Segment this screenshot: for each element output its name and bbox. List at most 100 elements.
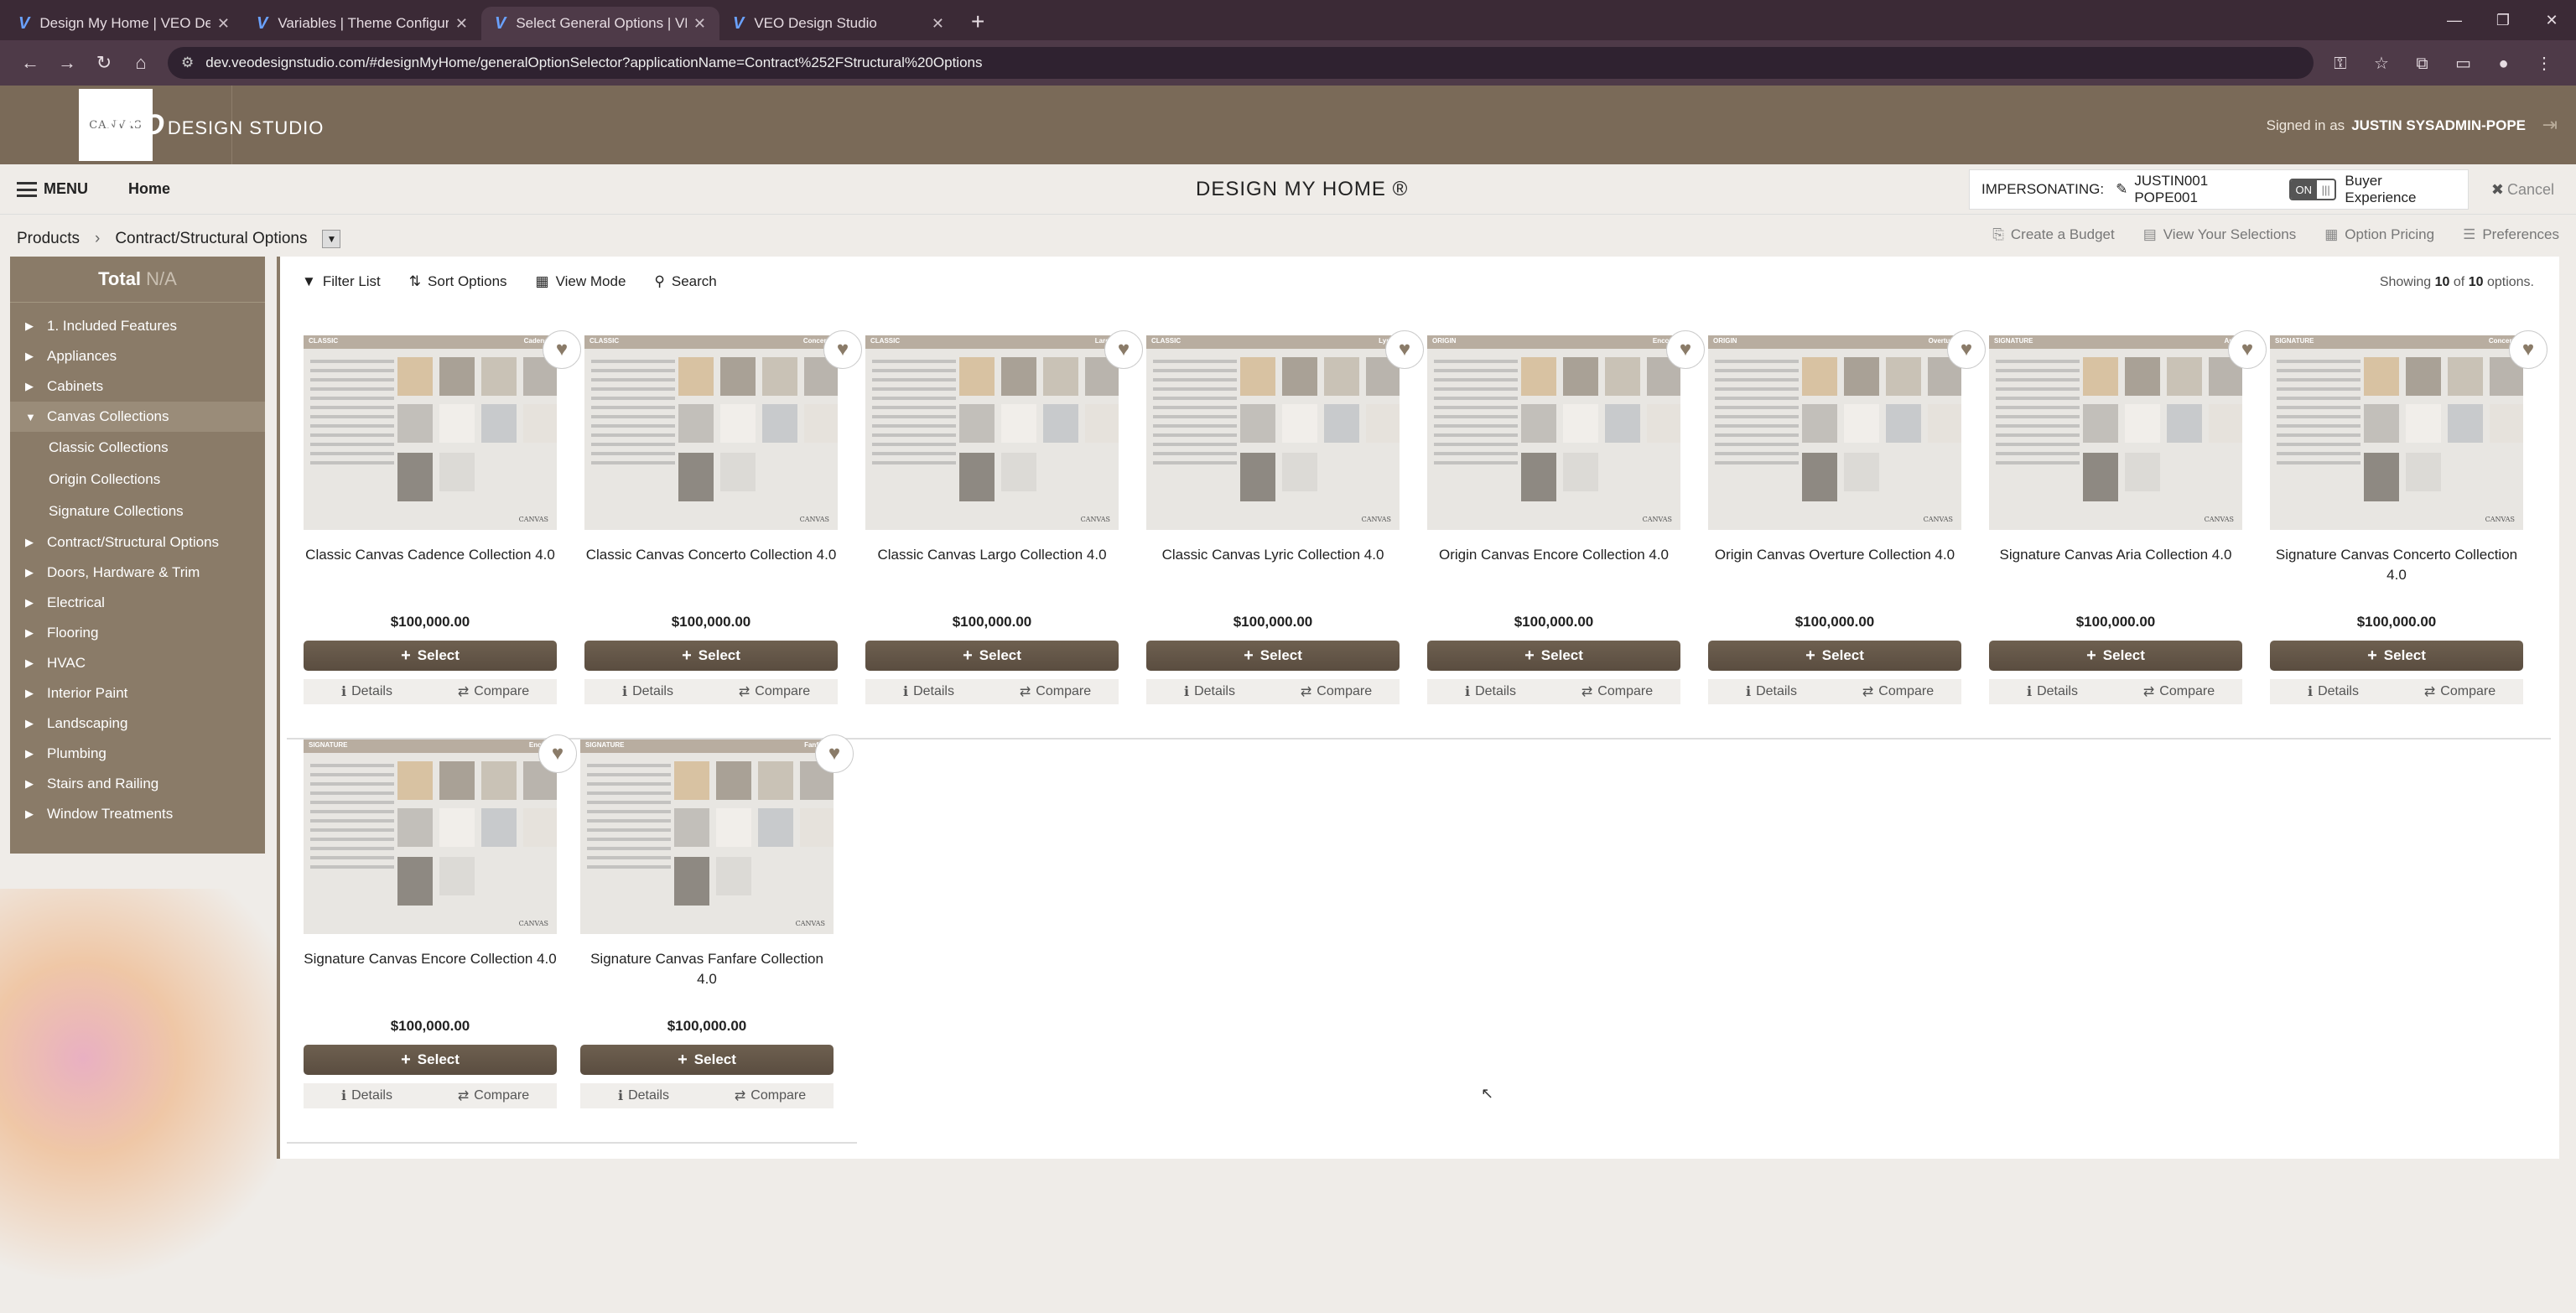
favorite-heart-icon[interactable]: ♥ bbox=[1947, 330, 1986, 369]
password-key-icon[interactable]: ⚿ bbox=[2334, 54, 2346, 73]
details-button[interactable]: ℹ Details bbox=[865, 679, 992, 704]
details-button[interactable]: ℹ Details bbox=[304, 1083, 430, 1108]
select-button[interactable]: + Select bbox=[1708, 641, 1961, 671]
close-tab-icon[interactable]: ✕ bbox=[693, 15, 706, 33]
sidebar-subitem-origin[interactable]: Origin Collections bbox=[10, 464, 265, 496]
view-selections-button[interactable]: ▤ View Your Selections bbox=[2143, 226, 2297, 243]
product-thumbnail[interactable]: ORIGIN Overture CANVAS bbox=[1708, 335, 1961, 530]
favorite-heart-icon[interactable]: ♥ bbox=[1104, 330, 1143, 369]
favorite-heart-icon[interactable]: ♥ bbox=[2228, 330, 2267, 369]
favorite-heart-icon[interactable]: ♥ bbox=[823, 330, 862, 369]
create-budget-button[interactable]: ⎘ Create a Budget bbox=[1992, 226, 2114, 243]
sidebar-item-flooring[interactable]: ▶ Flooring bbox=[10, 618, 265, 648]
compare-button[interactable]: ⇄ Compare bbox=[2116, 679, 2242, 704]
browser-menu-icon[interactable]: ⋮ bbox=[2536, 54, 2553, 73]
favorite-heart-icon[interactable]: ♥ bbox=[815, 734, 854, 773]
filter-list-button[interactable]: ▼ Filter List bbox=[302, 273, 381, 290]
sidebar-item-window-treatments[interactable]: ▶ Window Treatments bbox=[10, 799, 265, 829]
product-thumbnail[interactable]: CLASSIC Largo CANVAS bbox=[865, 335, 1119, 530]
product-thumbnail[interactable]: SIGNATUREAria CANVAS bbox=[1989, 335, 2242, 530]
search-button[interactable]: ⚲ Search bbox=[654, 273, 716, 290]
extensions-icon[interactable]: ⧉ bbox=[2416, 54, 2428, 73]
product-thumbnail[interactable]: CLASSIC Concerto CANVAS bbox=[584, 335, 838, 530]
sidebar-subitem-signature[interactable]: Signature Collections bbox=[10, 496, 265, 527]
sidebar-item-hvac[interactable]: ▶ HVAC bbox=[10, 648, 265, 678]
sidebar-icon[interactable]: ▭ bbox=[2455, 54, 2471, 73]
sidebar-item-contract-structural[interactable]: ▶ Contract/Structural Options bbox=[10, 527, 265, 558]
minimize-icon[interactable]: — bbox=[2430, 0, 2479, 40]
compare-button[interactable]: ⇄ Compare bbox=[430, 679, 557, 704]
product-thumbnail[interactable]: CLASSIC Cadence CANVAS bbox=[304, 335, 557, 530]
close-tab-icon[interactable]: ✕ bbox=[455, 15, 468, 33]
favorite-heart-icon[interactable]: ♥ bbox=[538, 734, 577, 773]
product-thumbnail[interactable]: ORIGIN Encore CANVAS bbox=[1427, 335, 1680, 530]
select-button[interactable]: + Select bbox=[1427, 641, 1680, 671]
breadcrumb-products[interactable]: Products bbox=[17, 230, 80, 248]
compare-button[interactable]: ⇄ Compare bbox=[1554, 679, 1680, 704]
sidebar-item-plumbing[interactable]: ▶ Plumbing bbox=[10, 739, 265, 769]
browser-tab[interactable]: V Variables | Theme Configuration ✕ bbox=[243, 7, 481, 40]
buyer-experience-toggle[interactable]: ON ||| bbox=[2288, 179, 2337, 200]
sidebar-item-electrical[interactable]: ▶ Electrical bbox=[10, 588, 265, 618]
profile-avatar-icon[interactable]: ● bbox=[2498, 54, 2508, 73]
sidebar-item-appliances[interactable]: ▶ Appliances bbox=[10, 341, 265, 371]
sort-options-button[interactable]: ⇅ Sort Options bbox=[409, 273, 507, 290]
details-button[interactable]: ℹ Details bbox=[304, 679, 430, 704]
favorite-heart-icon[interactable]: ♥ bbox=[543, 330, 581, 369]
compare-button[interactable]: ⇄ Compare bbox=[2397, 679, 2523, 704]
details-button[interactable]: ℹ Details bbox=[2270, 679, 2397, 704]
sidebar-item-stairs-railing[interactable]: ▶ Stairs and Railing bbox=[10, 769, 265, 799]
option-pricing-button[interactable]: ▦ Option Pricing bbox=[2324, 226, 2434, 243]
pencil-icon[interactable]: ✎ bbox=[2116, 181, 2127, 198]
browser-tab[interactable]: V VEO Design Studio ✕ bbox=[719, 7, 958, 40]
close-window-icon[interactable]: ✕ bbox=[2527, 0, 2576, 40]
details-button[interactable]: ℹ Details bbox=[1989, 679, 2116, 704]
sidebar-item-doors-hardware[interactable]: ▶ Doors, Hardware & Trim bbox=[10, 558, 265, 588]
select-button[interactable]: + Select bbox=[304, 641, 557, 671]
preferences-button[interactable]: ☰ Preferences bbox=[2463, 226, 2559, 243]
product-thumbnail[interactable]: SIGNATUREFanfare CANVAS bbox=[580, 740, 834, 934]
details-button[interactable]: ℹ Details bbox=[1146, 679, 1273, 704]
new-tab-icon[interactable]: + bbox=[971, 8, 984, 35]
view-mode-button[interactable]: ▦ View Mode bbox=[536, 273, 626, 290]
url-field[interactable]: ⚙ dev.veodesignstudio.com/#designMyHome/g… bbox=[168, 47, 2314, 79]
favorite-heart-icon[interactable]: ♥ bbox=[1385, 330, 1424, 369]
cancel-button[interactable]: ✖ Cancel bbox=[2491, 181, 2554, 199]
sidebar-item-included-features[interactable]: ▶ 1. Included Features bbox=[10, 311, 265, 341]
home-icon[interactable]: ⌂ bbox=[122, 52, 159, 74]
select-button[interactable]: + Select bbox=[584, 641, 838, 671]
compare-button[interactable]: ⇄ Compare bbox=[711, 679, 838, 704]
close-tab-icon[interactable]: ✕ bbox=[932, 15, 944, 33]
details-button[interactable]: ℹ Details bbox=[584, 679, 711, 704]
close-tab-icon[interactable]: ✕ bbox=[217, 15, 230, 33]
favorite-heart-icon[interactable]: ♥ bbox=[2509, 330, 2547, 369]
product-thumbnail[interactable]: CLASSICLyric CANVAS bbox=[1146, 335, 1400, 530]
favorite-heart-icon[interactable]: ♥ bbox=[1666, 330, 1705, 369]
site-info-icon[interactable]: ⚙ bbox=[181, 54, 194, 71]
menu-button[interactable]: MENU bbox=[17, 180, 88, 198]
compare-button[interactable]: ⇄ Compare bbox=[992, 679, 1119, 704]
chevron-down-icon[interactable]: ▼ bbox=[322, 230, 341, 248]
select-button[interactable]: + Select bbox=[1146, 641, 1400, 671]
sidebar-subitem-classic[interactable]: Classic Collections bbox=[10, 432, 265, 464]
select-button[interactable]: + Select bbox=[865, 641, 1119, 671]
details-button[interactable]: ℹ Details bbox=[1427, 679, 1554, 704]
reload-icon[interactable]: ↻ bbox=[86, 52, 122, 74]
product-thumbnail[interactable]: SIGNATURE Concerto CANVAS bbox=[2270, 335, 2523, 530]
compare-button[interactable]: ⇄ Compare bbox=[430, 1083, 557, 1108]
select-button[interactable]: + Select bbox=[580, 1045, 834, 1075]
sidebar-item-canvas-collections[interactable]: ▼ Canvas Collections bbox=[10, 402, 265, 432]
browser-tab-active[interactable]: V Select General Options | VEO D ✕ bbox=[481, 7, 719, 40]
sidebar-item-landscaping[interactable]: ▶ Landscaping bbox=[10, 708, 265, 739]
sidebar-item-interior-paint[interactable]: ▶ Interior Paint bbox=[10, 678, 265, 708]
sidebar-item-cabinets[interactable]: ▶ Cabinets bbox=[10, 371, 265, 402]
restore-icon[interactable]: ❐ bbox=[2479, 0, 2527, 40]
product-thumbnail[interactable]: SIGNATUREEncore CANVAS bbox=[304, 740, 557, 934]
forward-icon[interactable]: → bbox=[49, 52, 86, 74]
home-link[interactable]: Home bbox=[128, 180, 170, 198]
browser-tab[interactable]: V Design My Home | VEO Design ✕ bbox=[5, 7, 243, 40]
compare-button[interactable]: ⇄ Compare bbox=[707, 1083, 834, 1108]
details-button[interactable]: ℹ Details bbox=[580, 1083, 707, 1108]
bookmark-star-icon[interactable]: ☆ bbox=[2374, 54, 2389, 73]
sign-out-icon[interactable]: ⇥ bbox=[2542, 114, 2558, 136]
